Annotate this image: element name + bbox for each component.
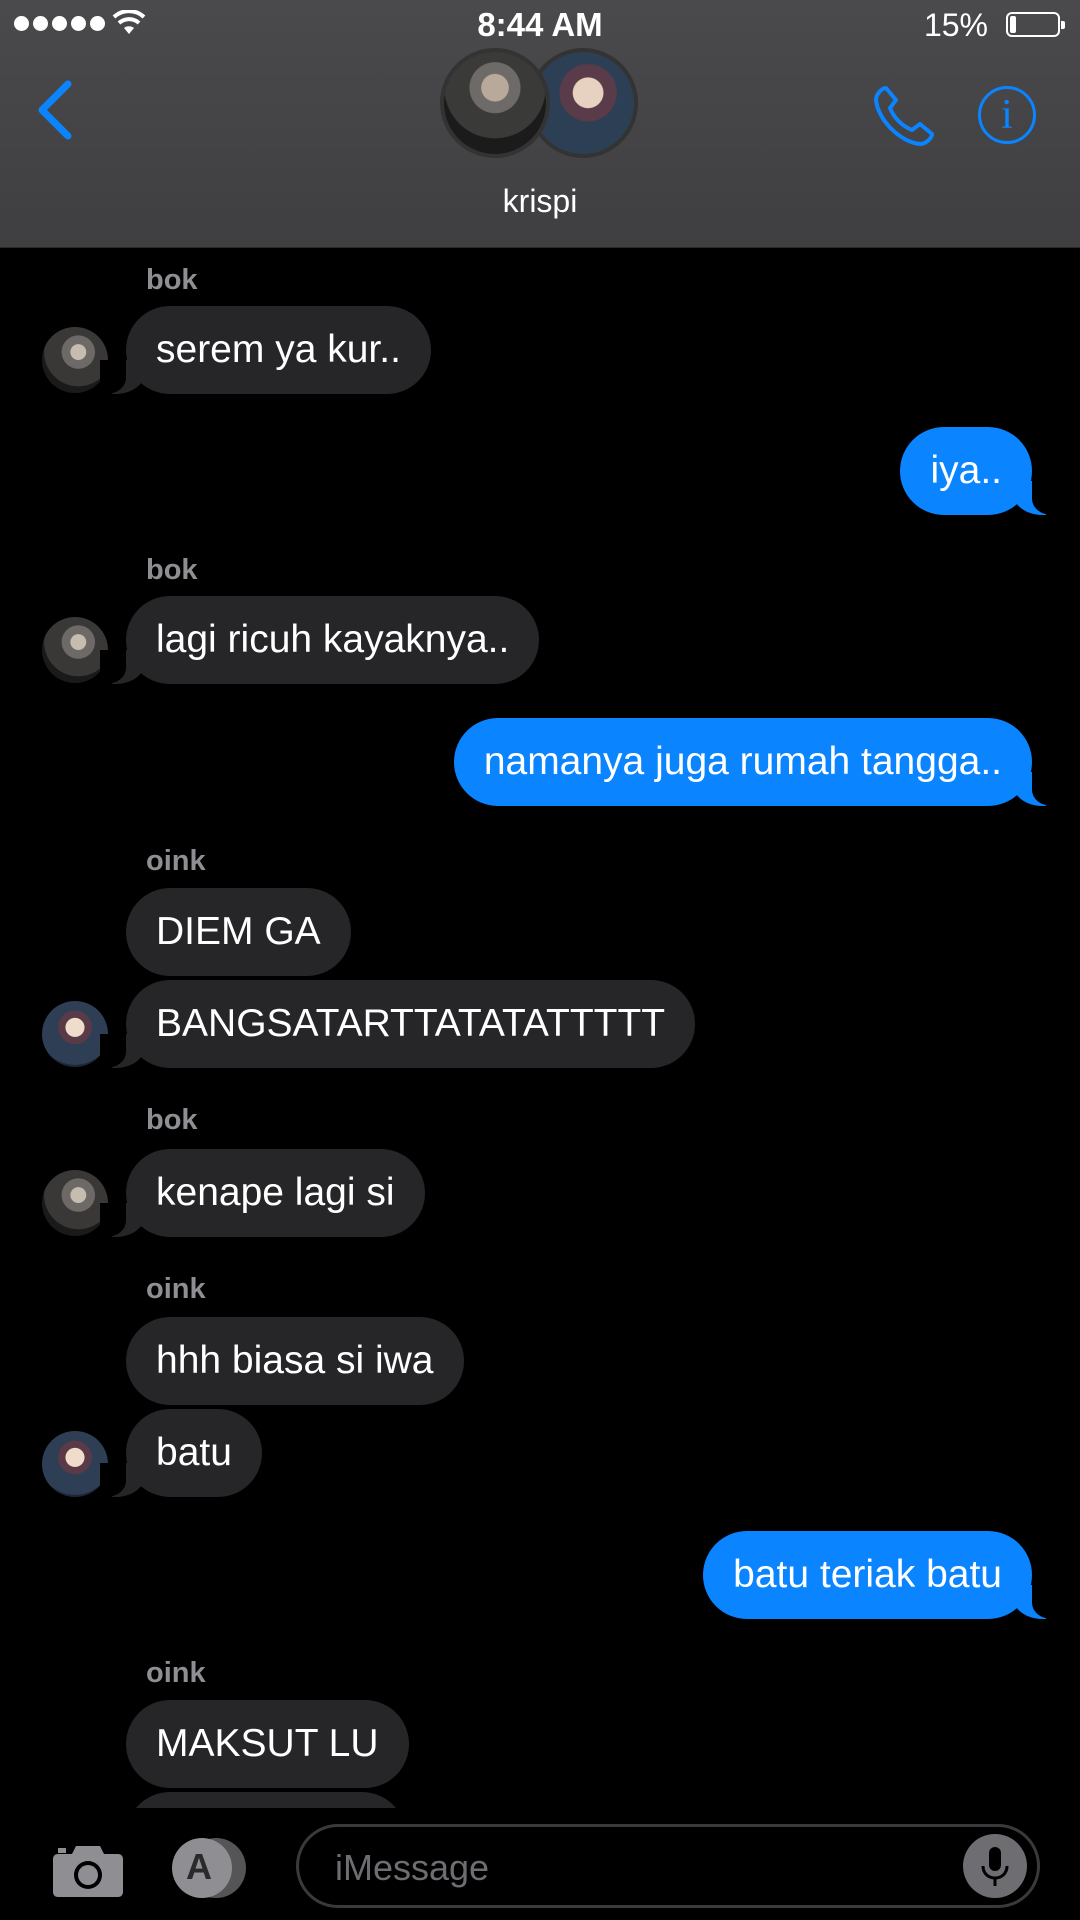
app-store-icon[interactable]: A [172,1838,258,1898]
message-bubble-incoming[interactable]: DIEM GA [126,888,351,976]
message-bubble-outgoing[interactable]: iya.. [900,427,1058,515]
battery-percentage: 15% [923,7,988,43]
message-bubble-incoming[interactable]: kenape lagi si [100,1149,425,1237]
message-list[interactable]: bok serem ya kur.. iya.. bok lagi ricuh … [0,248,1080,1808]
back-chevron-icon[interactable] [34,80,74,140]
message-input[interactable] [333,1839,937,1897]
avatar-bok[interactable] [42,617,108,683]
message-input-field[interactable] [296,1824,1040,1908]
message-bubble-outgoing[interactable]: namanya juga rumah tangga.. [453,718,1059,806]
avatar-oink[interactable] [42,1001,108,1067]
status-time: 8:44 AM [477,6,603,43]
sender-name: oink [146,1273,206,1305]
sender-name: oink [146,845,206,877]
phone-icon[interactable] [872,84,936,148]
info-icon[interactable]: i [978,86,1036,144]
conversation-header: 8:44 AM 15% krispi i [0,0,1080,248]
message-bubble-incoming[interactable]: serem ya kur.. [100,306,431,394]
avatar-bok[interactable] [42,1170,108,1236]
camera-icon[interactable] [52,1840,124,1898]
message-bubble-incoming[interactable]: batu [100,1409,262,1497]
status-bar: 8:44 AM 15% [0,0,1080,50]
sender-name: bok [146,1104,198,1136]
avatar-bok[interactable] [42,327,108,393]
message-bubble-incoming-partial[interactable] [126,1792,406,1808]
message-bubble-outgoing[interactable]: batu teriak batu [703,1531,1058,1619]
sender-name: oink [146,1657,206,1689]
group-avatar[interactable] [440,48,640,166]
microphone-icon[interactable] [963,1834,1027,1898]
avatar-oink[interactable] [42,1431,108,1497]
sender-name: bok [146,554,198,586]
message-bubble-incoming[interactable]: lagi ricuh kayaknya.. [99,596,540,684]
message-bubble-incoming[interactable]: MAKSUT LU [126,1700,409,1788]
compose-bar: A [0,1808,1080,1920]
message-bubble-incoming[interactable]: hhh biasa si iwa [126,1317,464,1405]
contact-name[interactable]: krispi [0,183,1080,220]
message-bubble-incoming[interactable]: BANGSATARTTATATATTTTT [99,980,696,1068]
battery-icon [1006,12,1065,37]
sender-name: bok [146,264,198,296]
member-avatar-bok [440,48,550,158]
